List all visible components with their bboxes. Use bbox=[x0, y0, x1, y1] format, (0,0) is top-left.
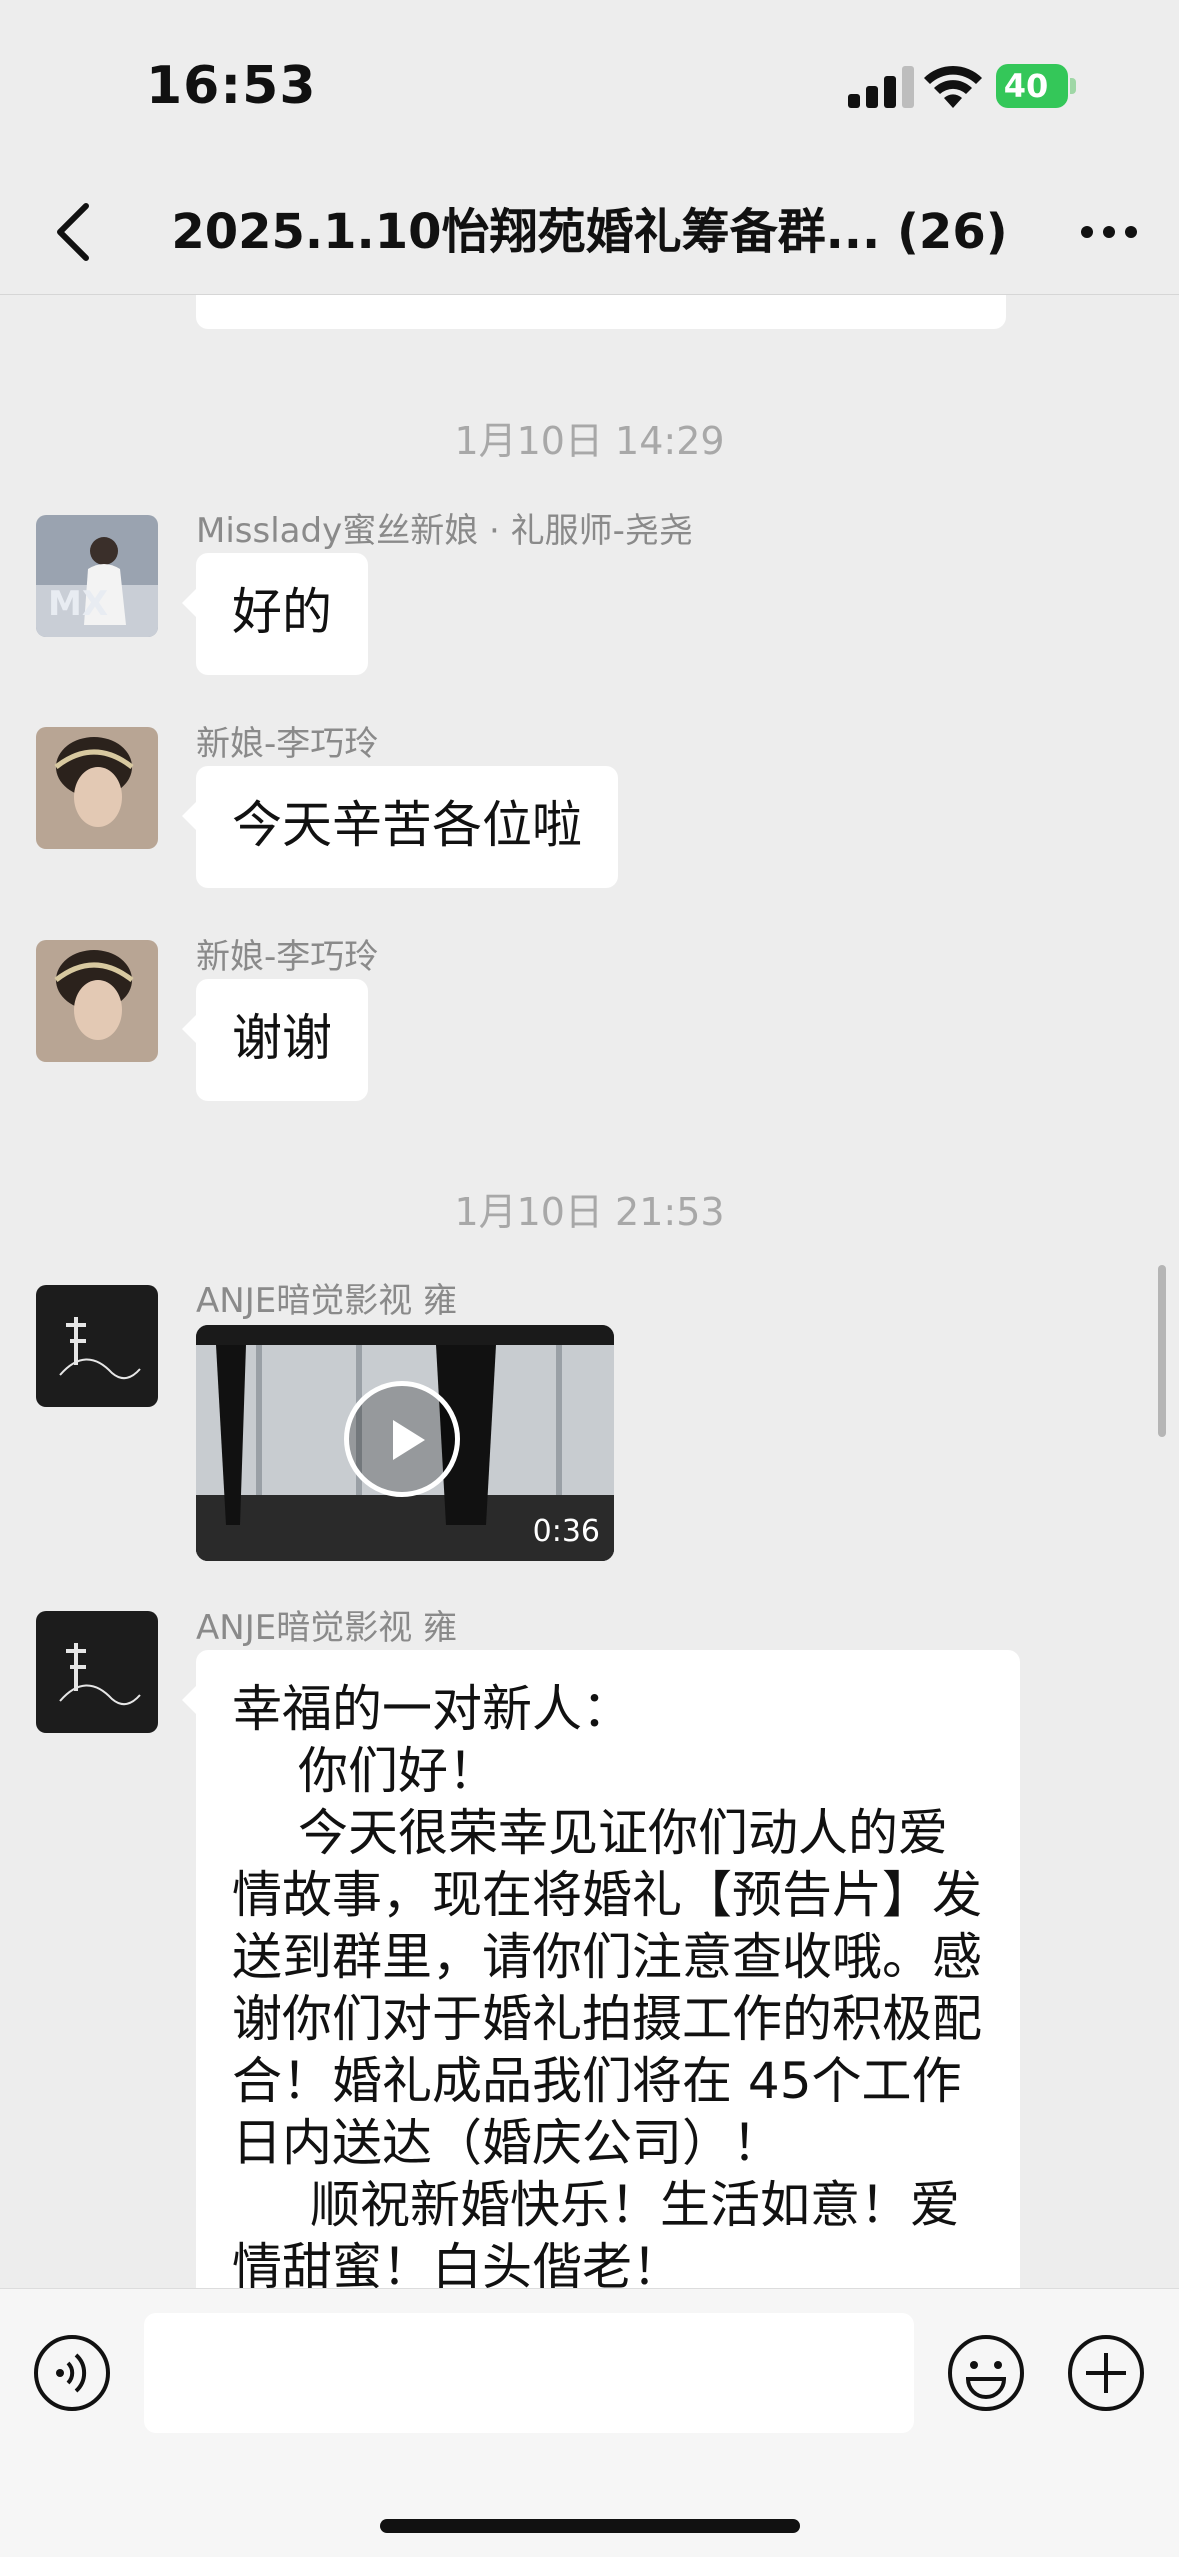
more-options-icon[interactable] bbox=[1069, 192, 1149, 272]
sender-name: ANJE暗觉影视 雍 bbox=[196, 1608, 458, 1648]
back-button[interactable] bbox=[36, 192, 116, 272]
sender-name: 新娘-李巧玲 bbox=[196, 937, 379, 977]
message-line: 幸福的一对新人： bbox=[232, 1680, 632, 1738]
sender-name: 新娘-李巧玲 bbox=[196, 724, 379, 764]
avatar[interactable] bbox=[36, 1611, 158, 1733]
emoji-icon[interactable] bbox=[946, 2333, 1026, 2413]
sender-name: Misslady蜜丝新娘 · 礼服师-尧尧 bbox=[196, 511, 693, 551]
avatar[interactable]: MX bbox=[36, 515, 158, 637]
message-line: 顺祝新婚快乐！生活如意！爱情甜蜜！白头偕老！ bbox=[232, 2176, 960, 2288]
timestamp: 1月10日 21:53 bbox=[454, 1190, 725, 1234]
message-line: 你们好！ bbox=[298, 1742, 498, 1800]
avatar[interactable] bbox=[36, 1285, 158, 1407]
battery-level: 40 bbox=[1003, 67, 1049, 105]
chat-message-list[interactable]: 1月10日 14:29 MX Misslady蜜丝新娘 · 礼服师-尧尧 好的 … bbox=[0, 295, 1179, 2288]
voice-input-icon[interactable] bbox=[32, 2333, 112, 2413]
battery-icon: 40 bbox=[996, 64, 1078, 108]
avatar[interactable] bbox=[36, 940, 158, 1062]
plus-icon[interactable] bbox=[1066, 2333, 1146, 2413]
video-message[interactable]: 0:36 bbox=[196, 1325, 614, 1561]
status-bar: 16:53 40 bbox=[0, 0, 1179, 170]
message-bubble[interactable]: 谢谢 bbox=[182, 979, 368, 1101]
cellular-signal-icon bbox=[848, 66, 914, 108]
wifi-icon bbox=[924, 65, 982, 108]
chat-title: 2025.1.10怡翔苑婚礼筹备群... (26) bbox=[171, 204, 1008, 260]
scrollbar[interactable] bbox=[1158, 1265, 1166, 1437]
avatar[interactable] bbox=[36, 727, 158, 849]
status-time: 16:53 bbox=[146, 56, 317, 116]
message-line: 今天很荣幸见证你们动人的爱情故事，现在将婚礼【预告片】发送到群里，请你们注意查收… bbox=[232, 1804, 982, 2172]
message-input[interactable] bbox=[144, 2313, 914, 2433]
previous-message-bubble[interactable] bbox=[196, 295, 1006, 329]
sender-name: ANJE暗觉影视 雍 bbox=[196, 1281, 458, 1321]
message-bubble[interactable]: 好的 bbox=[182, 553, 368, 675]
message-bubble[interactable]: 幸福的一对新人： 你们好！ 今天很荣幸见证你们动人的爱情故事，现在将婚礼【预告片… bbox=[182, 1650, 1020, 2288]
chat-header: 2025.1.10怡翔苑婚礼筹备群... (26) bbox=[0, 170, 1179, 295]
svg-text:MX: MX bbox=[48, 584, 108, 624]
message-bubble[interactable]: 今天辛苦各位啦 bbox=[182, 766, 618, 888]
timestamp: 1月10日 14:29 bbox=[454, 419, 725, 463]
home-indicator bbox=[380, 2519, 800, 2533]
play-icon[interactable] bbox=[344, 1381, 460, 1497]
video-duration: 0:36 bbox=[532, 1514, 600, 1549]
input-bar bbox=[0, 2288, 1179, 2557]
